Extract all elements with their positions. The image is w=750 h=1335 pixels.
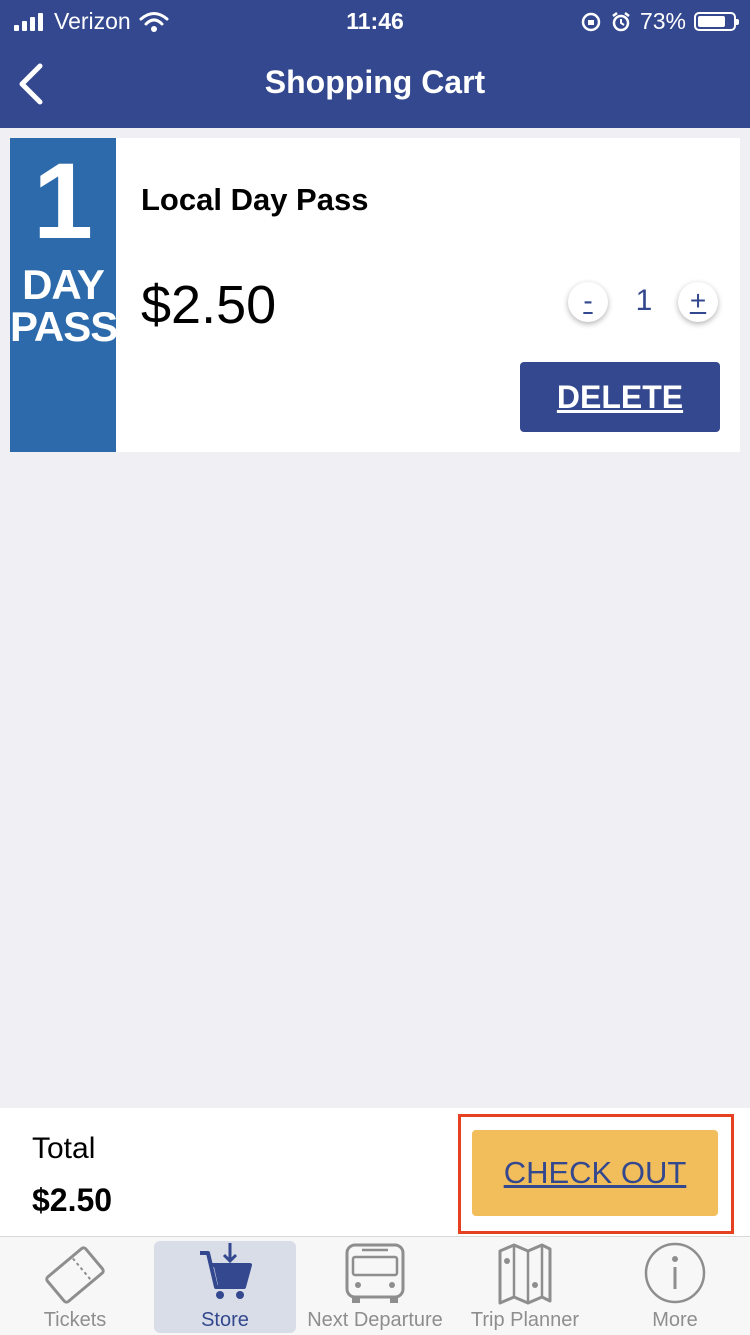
cart-item-card: 1 DAY PASS Local Day Pass $2.50 - 1 + DE…: [10, 138, 740, 452]
bus-icon: [345, 1243, 405, 1303]
tab-more[interactable]: More: [600, 1237, 750, 1335]
quantity-decrease-button[interactable]: -: [568, 282, 608, 322]
status-right: 73%: [580, 8, 739, 35]
battery-icon: [694, 12, 739, 31]
delete-button[interactable]: DELETE: [520, 362, 720, 432]
badge-word-pass: PASS: [10, 303, 118, 350]
cart-icon: [200, 1243, 252, 1299]
app-header: Verizon 11:46 73% Shopping Cart: [0, 0, 750, 128]
tab-label: Trip Planner: [470, 1309, 580, 1331]
tab-bar: Tickets Store Next Departure Trip Planne…: [0, 1236, 750, 1335]
total-value: $2.50: [32, 1182, 113, 1218]
tab-label: More: [652, 1309, 698, 1331]
ticket-icon: [45, 1246, 105, 1304]
day-pass-badge: 1 DAY PASS: [10, 138, 118, 452]
item-price: $2.50: [141, 275, 277, 335]
badge-number: 1: [32, 140, 94, 261]
cart-summary: Total $2.50 CHECK OUT: [0, 1108, 750, 1236]
status-bar: Verizon 11:46 73%: [0, 0, 750, 44]
tab-store[interactable]: Store: [150, 1237, 300, 1335]
tab-label: Next Departure: [307, 1309, 443, 1331]
tab-tickets[interactable]: Tickets: [0, 1237, 150, 1335]
total-label: Total: [32, 1132, 96, 1165]
tab-label: Store: [201, 1309, 249, 1331]
tab-trip-planner[interactable]: Trip Planner: [450, 1237, 600, 1335]
map-icon: [498, 1243, 552, 1305]
quantity-value: 1: [635, 284, 653, 317]
quantity-increase-button[interactable]: +: [678, 282, 718, 322]
tab-next-departure[interactable]: Next Departure: [300, 1237, 450, 1335]
page-title: Shopping Cart: [264, 64, 486, 100]
rotation-lock-icon: [581, 12, 601, 31]
item-name: Local Day Pass: [141, 182, 369, 217]
tab-label: Tickets: [43, 1309, 107, 1331]
checkout-button[interactable]: CHECK OUT: [472, 1130, 718, 1216]
alarm-icon: [612, 11, 630, 31]
badge-word-day: DAY: [22, 261, 105, 308]
info-icon: [644, 1242, 706, 1304]
battery-percent: 73%: [639, 8, 686, 34]
